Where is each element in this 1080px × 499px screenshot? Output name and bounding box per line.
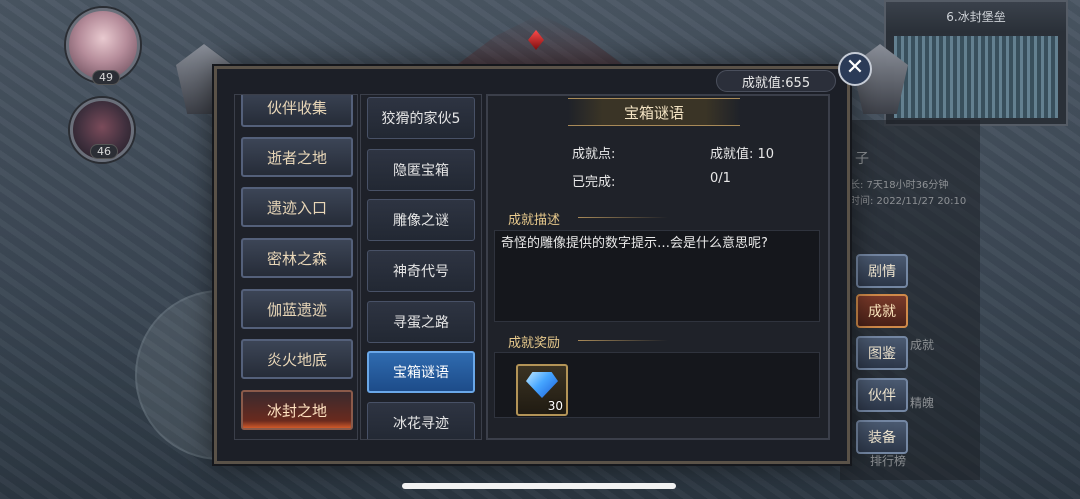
category-frozen-land[interactable]: 冰封之地 bbox=[241, 390, 353, 430]
bg-text-chengjiu: 成就 bbox=[910, 338, 935, 352]
tab-partner[interactable]: 伙伴 bbox=[856, 378, 908, 412]
achievement-list[interactable]: 狡猾的家伙5 隐匿宝箱 雕像之谜 神奇代号 寻蛋之路 宝箱谜语 冰花寻迹 bbox=[360, 94, 482, 440]
achievement-item[interactable]: 寻蛋之路 bbox=[367, 301, 475, 343]
minimap-view bbox=[894, 36, 1058, 118]
completed-label: 已完成: bbox=[572, 175, 616, 190]
achievement-item[interactable]: 神奇代号 bbox=[367, 250, 475, 292]
tab-codex[interactable]: 图鉴 bbox=[856, 336, 908, 370]
tab-equipment[interactable]: 装备 bbox=[856, 420, 908, 454]
bg-text-zi: 子 bbox=[855, 151, 869, 167]
achievement-item-selected[interactable]: 宝箱谜语 bbox=[367, 351, 475, 393]
minimap-title: 6.冰封堡垒 bbox=[886, 2, 1066, 32]
category-garan-ruins[interactable]: 伽蓝遗迹 bbox=[241, 289, 353, 329]
reward-count: 30 bbox=[547, 399, 563, 413]
achievement-title: 宝箱谜语 bbox=[568, 98, 740, 126]
achievement-score: 成就值:655 bbox=[716, 70, 836, 92]
reward-divider bbox=[578, 340, 668, 341]
description-heading: 成就描述 bbox=[508, 213, 561, 228]
minimap[interactable]: 6.冰封堡垒 bbox=[884, 0, 1068, 126]
category-land-of-dead[interactable]: 逝者之地 bbox=[241, 137, 353, 177]
player-level-badge: 49 bbox=[92, 70, 120, 85]
bg-text-time2: 时间: 2022/11/27 20:10 bbox=[850, 196, 967, 207]
achievement-item[interactable]: 冰花寻迹 bbox=[367, 402, 475, 439]
diamond-icon bbox=[526, 372, 558, 398]
category-list[interactable]: 伙伴收集 逝者之地 遗迹入口 密林之森 伽蓝遗迹 炎火地底 冰封之地 bbox=[234, 94, 358, 440]
close-button[interactable]: ✕ bbox=[838, 52, 872, 86]
tab-story[interactable]: 剧情 bbox=[856, 254, 908, 288]
description-divider bbox=[578, 217, 668, 218]
description-text: 奇怪的雕像提供的数字提示…会是什么意思呢? bbox=[494, 230, 820, 322]
bg-text-paihang: 排行榜 bbox=[870, 454, 907, 468]
points-label: 成就点: bbox=[572, 147, 616, 162]
reward-item-slot[interactable]: 30 bbox=[516, 364, 568, 416]
completed-value: 0/1 bbox=[710, 171, 731, 186]
category-partner-collection[interactable]: 伙伴收集 bbox=[241, 95, 353, 127]
bg-text-jingpo: 精魄 bbox=[910, 396, 935, 410]
category-ruins-entrance[interactable]: 遗迹入口 bbox=[241, 187, 353, 227]
achievement-item[interactable]: 狡猾的家伙5 bbox=[367, 97, 475, 139]
bg-text-time1: 长: 7天18小时36分钟 bbox=[850, 180, 949, 191]
tab-achievement[interactable]: 成就 bbox=[856, 294, 908, 328]
category-flame-underground[interactable]: 炎火地底 bbox=[241, 339, 353, 379]
achievement-item[interactable]: 隐匿宝箱 bbox=[367, 149, 475, 191]
pet-level-badge: 46 bbox=[90, 144, 118, 159]
reward-heading: 成就奖励 bbox=[508, 336, 561, 351]
points-value: 成就值: 10 bbox=[710, 147, 775, 162]
achievement-item[interactable]: 雕像之谜 bbox=[367, 199, 475, 241]
home-indicator[interactable] bbox=[402, 483, 676, 489]
category-dense-forest[interactable]: 密林之森 bbox=[241, 238, 353, 278]
